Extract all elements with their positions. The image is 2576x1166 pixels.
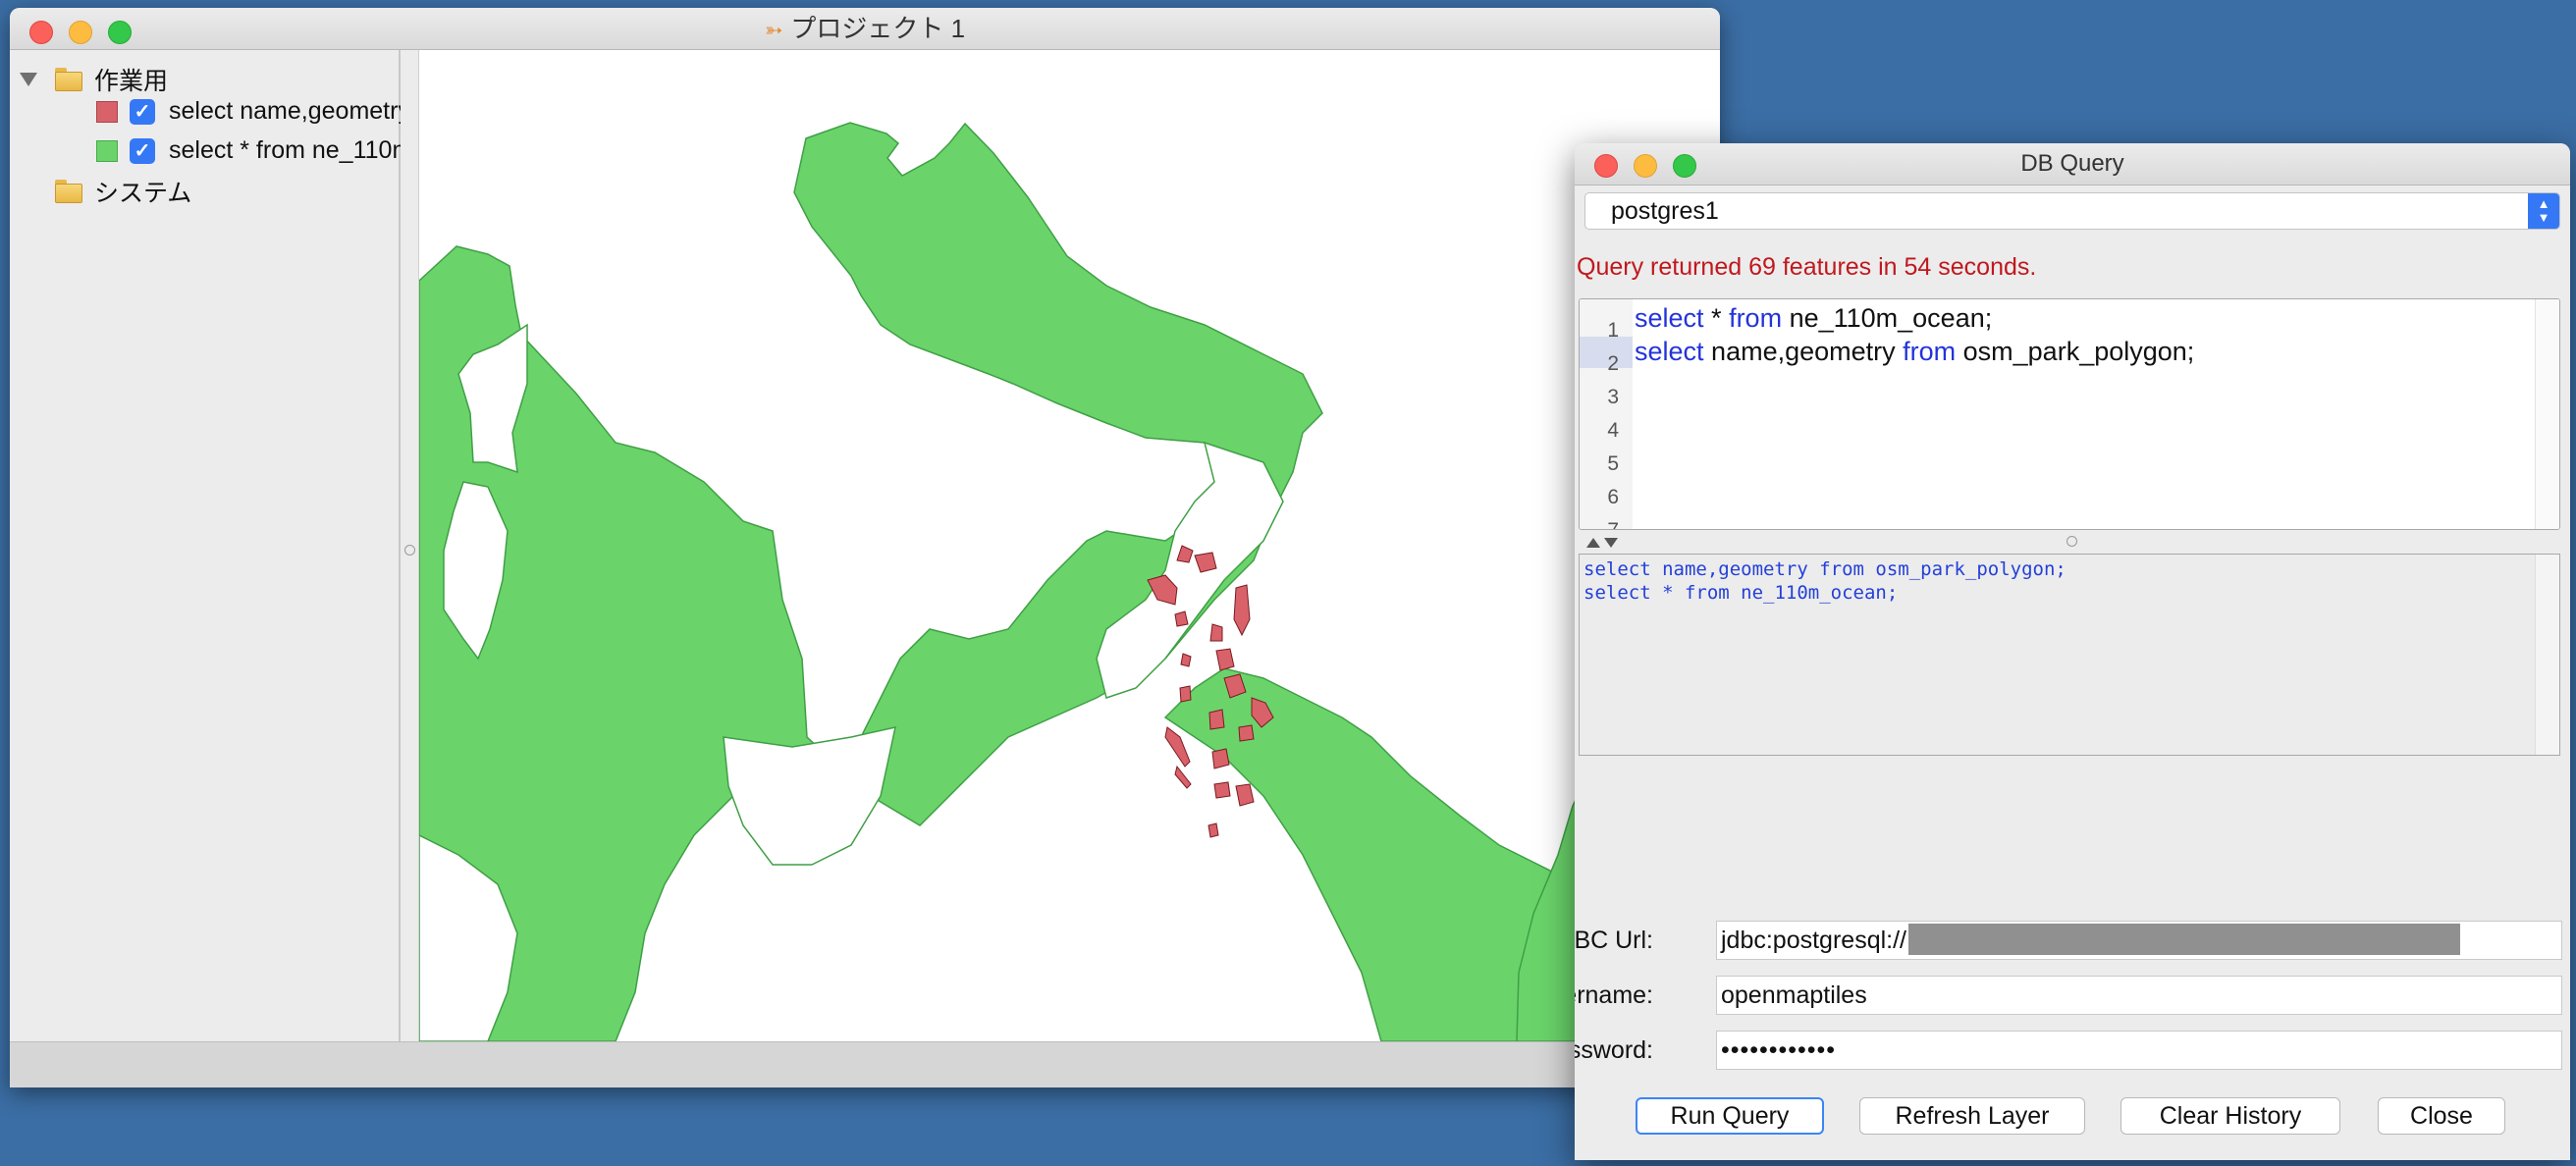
park-polygon <box>1208 709 1225 730</box>
connection-select[interactable]: postgres1 ▲ ▼ <box>1584 192 2560 230</box>
editor-scrollbar[interactable] <box>2535 299 2559 529</box>
collapse-up-arrow-icon[interactable] <box>1586 538 1600 548</box>
jdbc-url-field[interactable]: jdbc:postgresql:// <box>1716 921 2562 960</box>
line-number-gutter: 1 2 3 4 5 6 7 8 9 10 <box>1580 299 1633 529</box>
line-number: 1 <box>1607 319 1619 342</box>
line-number: 7 <box>1607 519 1619 529</box>
line-number: 3 <box>1607 386 1619 408</box>
collapse-down-arrow-icon[interactable] <box>1604 538 1618 548</box>
layer-color-swatch <box>96 139 118 162</box>
connection-selected-value: postgres1 <box>1611 197 1719 225</box>
park-polygon <box>1235 783 1255 807</box>
query-status-message: Query returned 69 features in 54 seconds… <box>1577 253 2037 281</box>
map-svg <box>419 122 1720 1041</box>
code-line-2[interactable]: select name,geometry from osm_park_polyg… <box>1635 337 2194 367</box>
folder-label: システム <box>94 180 192 207</box>
line-number: 4 <box>1607 419 1619 442</box>
park-polygon <box>1164 726 1191 768</box>
folder-icon <box>55 68 82 91</box>
main-titlebar[interactable]: ➳ プロジェクト 1 <box>10 8 1720 50</box>
layer-visibility-checkbox[interactable]: ✓ <box>130 137 155 164</box>
run-query-button[interactable]: Run Query <box>1636 1097 1824 1135</box>
query-history-list[interactable]: select name,geometry from osm_park_polyg… <box>1579 554 2560 756</box>
username-label: Username: <box>1575 981 1653 1009</box>
jdbc-url-label: JDBC Url: <box>1575 927 1653 954</box>
park-polygon <box>1179 685 1192 703</box>
park-polygon <box>1211 748 1230 769</box>
sql-editor[interactable]: 1 2 3 4 5 6 7 8 9 10 select * from ne_11… <box>1579 298 2560 530</box>
folder-icon <box>55 180 82 203</box>
up-down-arrows-icon[interactable]: ▲ ▼ <box>2528 193 2559 229</box>
active-line-highlight <box>1580 337 1633 368</box>
park-polygon <box>1215 648 1235 671</box>
layer-color-swatch <box>96 100 118 123</box>
line-number: 5 <box>1607 452 1619 475</box>
split-pane-divider[interactable] <box>401 50 419 1041</box>
password-field[interactable]: •••••••••••• <box>1716 1031 2562 1070</box>
window-title: DB Query <box>2020 150 2124 177</box>
status-bar <box>10 1041 1720 1087</box>
line-number: 2 <box>1607 352 1619 375</box>
db-query-titlebar[interactable]: DB Query <box>1575 143 2570 186</box>
splitter-grip-icon <box>2066 536 2077 547</box>
history-item[interactable]: select * from ne_110m_ocean; <box>1583 582 1898 604</box>
clear-history-button[interactable]: Clear History <box>2120 1097 2340 1135</box>
splitter-grip-icon <box>404 545 415 556</box>
password-label: Password: <box>1575 1036 1653 1064</box>
park-polygon <box>1213 781 1231 799</box>
park-polygon <box>1208 822 1219 838</box>
park-polygon <box>1180 653 1192 667</box>
park-polygon <box>1209 623 1223 642</box>
history-item[interactable]: select name,geometry from osm_park_polyg… <box>1583 558 2066 580</box>
line-number: 6 <box>1607 486 1619 508</box>
redacted-block <box>1908 924 2460 956</box>
disclosure-triangle-icon[interactable] <box>20 73 37 86</box>
editor-history-splitter[interactable] <box>1579 532 2560 552</box>
layer-tree: 作業用 ✓ select name,geometry from osm_park… <box>10 50 687 1041</box>
db-query-window: DB Query postgres1 ▲ ▼ Query returned 69 … <box>1575 143 2570 1160</box>
history-scrollbar[interactable] <box>2535 555 2559 755</box>
kangaroo-app-icon: ➳ <box>764 18 783 42</box>
layer-visibility-checkbox[interactable]: ✓ <box>130 98 155 125</box>
username-field[interactable]: openmaptiles <box>1716 976 2562 1015</box>
main-window: ➳プロジェクト 1 作業用 ✓ select name,geometry fro… <box>10 8 1720 1087</box>
refresh-layer-button[interactable]: Refresh Layer <box>1859 1097 2085 1135</box>
park-polygon <box>1174 765 1192 789</box>
code-line-1[interactable]: select * from ne_110m_ocean; <box>1635 303 1992 334</box>
folder-label: 作業用 <box>94 68 169 95</box>
park-polygon <box>1233 584 1251 637</box>
window-title: ➳ プロジェクト 1 <box>764 14 966 43</box>
close-button[interactable]: Close <box>2378 1097 2505 1135</box>
tree-folder-system[interactable]: システム <box>55 174 191 209</box>
water-south <box>723 726 896 866</box>
map-canvas[interactable] <box>419 50 1720 1041</box>
tree-folder-work[interactable]: 作業用 <box>20 62 168 97</box>
park-polygon <box>1238 724 1255 742</box>
